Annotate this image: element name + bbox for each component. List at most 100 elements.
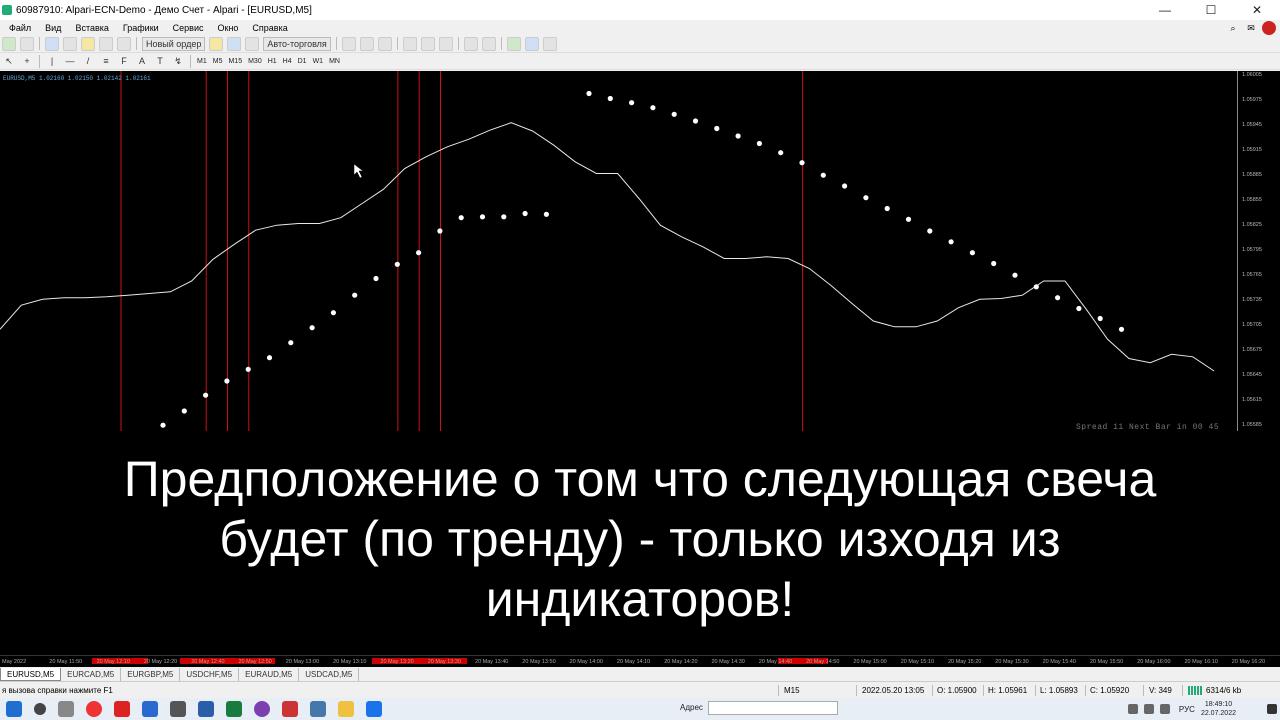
sar-dot	[735, 133, 741, 139]
folder-icon[interactable]	[338, 701, 354, 717]
tab-eurgbp[interactable]: EURGBP,M5	[121, 668, 181, 681]
data-window-icon[interactable]	[63, 36, 77, 51]
battery-icon[interactable]	[1159, 704, 1170, 714]
language-indicator[interactable]: РУС	[1179, 705, 1195, 714]
toolbar-separator	[396, 37, 398, 50]
timeframe-m1[interactable]: M1	[194, 58, 210, 65]
avatar[interactable]	[1262, 20, 1276, 35]
profiles-icon[interactable]	[20, 36, 34, 51]
time-tick-label: 20 May 13:20	[380, 659, 414, 665]
navigator-icon[interactable]	[81, 36, 95, 51]
sar-dot	[629, 100, 635, 106]
sar-dot	[756, 140, 763, 147]
maximize-button[interactable]: ☐	[1188, 0, 1234, 20]
clock[interactable]: 18:49:10 22.07.2022	[1201, 700, 1236, 718]
sar-dot	[1118, 326, 1125, 332]
tab-usdcad[interactable]: USDCAD,M5	[299, 668, 360, 681]
excel-icon[interactable]	[226, 701, 242, 717]
sar-dot	[1033, 284, 1039, 290]
sar-dot	[969, 250, 976, 256]
media-app-icon[interactable]	[254, 701, 270, 717]
windows-start-icon[interactable]	[6, 701, 22, 717]
candlestick-icon[interactable]	[359, 36, 374, 51]
comment-icon[interactable]: ✉	[1244, 22, 1258, 34]
channel-icon[interactable]: ≡	[99, 54, 113, 68]
chrome-icon[interactable]	[86, 701, 102, 717]
tile-windows-icon[interactable]	[438, 36, 453, 51]
auto-scroll-icon[interactable]	[463, 36, 478, 51]
timeframe-h1[interactable]: H1	[265, 58, 280, 65]
time-tick-label: 20 May 16:20	[1231, 659, 1266, 665]
sar-dot	[373, 275, 379, 282]
timeframe-m15[interactable]: M15	[225, 58, 245, 65]
timeframe-m5[interactable]: M5	[210, 58, 226, 65]
yandex-icon[interactable]	[282, 701, 298, 717]
menu-insert[interactable]: Вставка	[68, 23, 115, 33]
terminal-icon[interactable]	[99, 36, 113, 51]
meta-editor-icon[interactable]	[209, 36, 224, 51]
word-icon[interactable]	[198, 701, 214, 717]
line-chart-icon[interactable]	[377, 36, 392, 51]
autotrading-button[interactable]: Авто-торговля	[263, 36, 331, 51]
tab-euraud[interactable]: EURAUD,M5	[239, 668, 300, 681]
new-order-button[interactable]: Новый ордер	[142, 36, 206, 51]
task-view-icon[interactable]	[58, 701, 74, 717]
templates-icon[interactable]	[542, 36, 557, 51]
label-icon[interactable]: T	[153, 54, 167, 68]
crosshair-icon[interactable]: +	[20, 54, 34, 68]
search-icon[interactable]: ⌕	[1226, 22, 1240, 34]
market-watch-icon[interactable]	[45, 36, 59, 51]
bar-chart-icon[interactable]	[341, 36, 356, 51]
zoom-in-icon[interactable]	[402, 36, 417, 51]
terminal-app-icon[interactable]	[310, 701, 326, 717]
menu-window[interactable]: Окно	[211, 23, 246, 33]
sar-dot	[522, 210, 528, 217]
new-chart-icon[interactable]	[2, 36, 16, 51]
menu-help[interactable]: Справка	[245, 23, 294, 33]
search-icon[interactable]	[34, 703, 46, 715]
app-icon[interactable]	[170, 701, 186, 717]
fibonacci-icon[interactable]: F	[117, 54, 131, 68]
timeframe-mn[interactable]: MN	[326, 58, 343, 65]
menu-charts[interactable]: Графики	[116, 23, 166, 33]
horizontal-line-icon[interactable]: —	[63, 54, 77, 68]
sar-dot	[479, 214, 486, 220]
periods-icon[interactable]	[524, 36, 539, 51]
signals-icon[interactable]	[227, 36, 242, 51]
tab-eurusd[interactable]: EURUSD,M5	[0, 668, 62, 681]
tab-eurcad[interactable]: EURCAD,M5	[61, 668, 122, 681]
timeframe-m30[interactable]: M30	[245, 58, 265, 65]
mail-icon[interactable]	[366, 701, 382, 717]
text-icon[interactable]: A	[135, 54, 149, 68]
chart-shift-icon[interactable]	[481, 36, 496, 51]
market-icon[interactable]	[245, 36, 260, 51]
timeframe-h4[interactable]: H4	[280, 58, 295, 65]
zoom-out-icon[interactable]	[420, 36, 435, 51]
vertical-line-icon[interactable]: |	[45, 54, 59, 68]
status-traffic: 6314/6 kb	[1206, 686, 1242, 695]
notifications-icon[interactable]	[1267, 704, 1277, 714]
trendline-icon[interactable]: /	[81, 54, 95, 68]
volume-icon[interactable]	[1143, 704, 1154, 714]
tester-icon[interactable]	[117, 36, 131, 51]
tab-usdchf[interactable]: USDCHF,M5	[180, 668, 240, 681]
spread-info: Spread 11 Next Bar in 00 45	[1076, 423, 1220, 432]
arrows-icon[interactable]: ↯	[171, 54, 185, 68]
network-icon[interactable]	[1127, 704, 1138, 714]
menu-view[interactable]: Вид	[38, 23, 68, 33]
yandex-browser-icon[interactable]	[114, 701, 130, 717]
timeframe-w1[interactable]: W1	[310, 58, 327, 65]
sar-dot	[884, 205, 890, 212]
minimize-button[interactable]: —	[1142, 0, 1188, 20]
price-chart[interactable]	[0, 71, 1237, 431]
sar-dot	[650, 105, 656, 111]
address-input[interactable]	[708, 701, 838, 715]
cursor-icon[interactable]: ↖	[2, 54, 16, 68]
indicators-icon[interactable]	[506, 36, 521, 51]
edge-icon[interactable]	[142, 701, 158, 717]
time-tick-label: 20 May 16:10	[1184, 659, 1218, 665]
menu-tools[interactable]: Сервис	[166, 23, 211, 33]
timeframe-d1[interactable]: D1	[295, 58, 310, 65]
menu-file[interactable]: Файл	[0, 23, 38, 33]
close-button[interactable]: ✕	[1234, 0, 1280, 20]
